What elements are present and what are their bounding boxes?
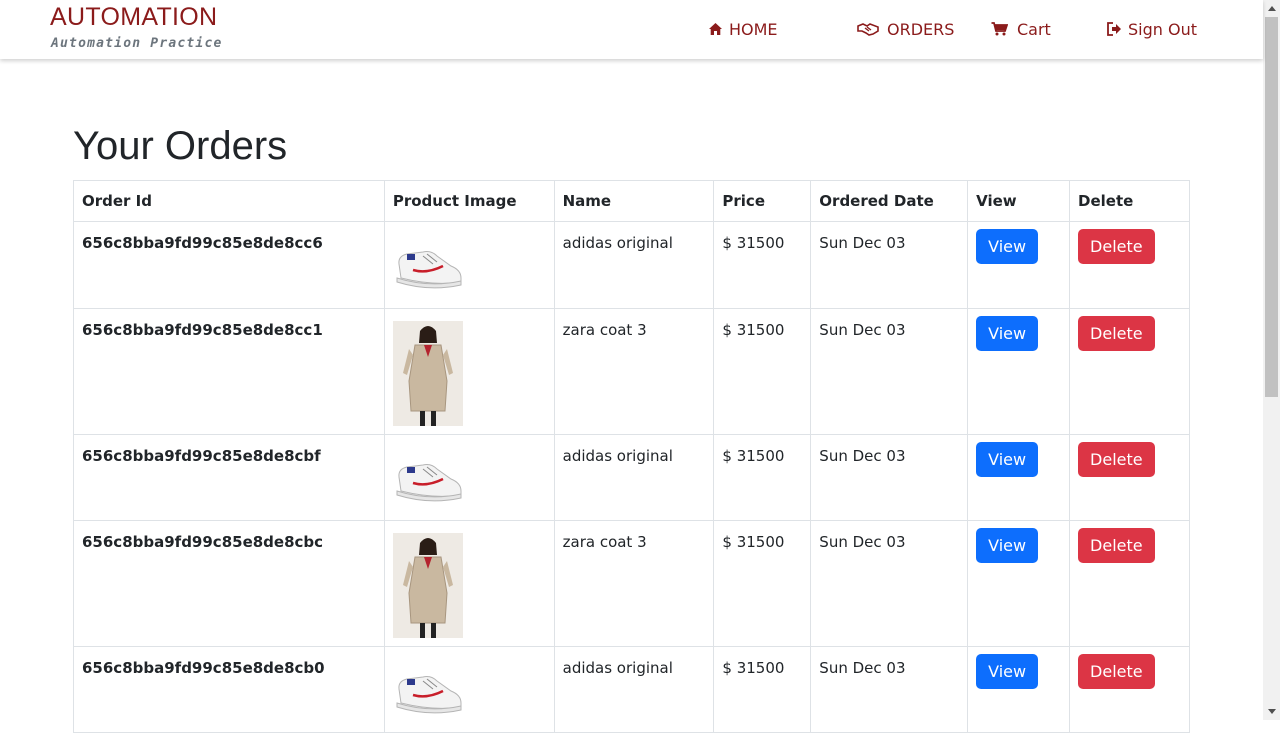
price-cell: $ 31500 (713, 520, 812, 647)
header-ordered-date: Ordered Date (810, 180, 969, 222)
view-button[interactable]: View (976, 442, 1039, 477)
handshake-icon (857, 22, 879, 36)
view-cell: View (967, 221, 1071, 309)
delete-cell: Delete (1069, 308, 1190, 435)
nav-cart-link[interactable]: Cart (991, 18, 1051, 40)
ordered-date-cell: Sun Dec 03 (810, 308, 969, 435)
header-name: Name (553, 180, 715, 222)
ordered-date-cell: Sun Dec 03 (810, 221, 969, 309)
order-id-cell: 656c8bba9fd99c85e8de8cc6 (73, 221, 385, 309)
brand-subtitle: Automation Practice (51, 36, 223, 51)
home-icon (708, 22, 723, 36)
product-image-cell (383, 520, 555, 647)
delete-button[interactable]: Delete (1078, 654, 1155, 689)
product-image-cell (383, 308, 555, 435)
table-row: 656c8bba9fd99c85e8de8cc1 zara coat 3 $ 3… (73, 308, 1190, 435)
nav-home-label: HOME (729, 19, 778, 39)
scrollbar-thumb[interactable] (1265, 17, 1278, 397)
page-title: Your Orders (73, 124, 288, 168)
top-navbar: AUTOMATION Automation Practice HOME ORDE… (0, 0, 1263, 59)
table-row: 656c8bba9fd99c85e8de8cbf adidas original… (73, 434, 1190, 521)
coat-product-image (392, 533, 463, 638)
nav-signout-link[interactable]: Sign Out (1107, 18, 1197, 40)
table-row: 656c8bba9fd99c85e8de8cbc zara coat 3 $ 3… (73, 520, 1190, 647)
product-name-cell: zara coat 3 (553, 520, 715, 647)
cart-icon (991, 22, 1008, 36)
nav-orders-label: ORDERS (887, 19, 955, 39)
delete-button[interactable]: Delete (1078, 229, 1155, 264)
nav-cart-label: Cart (1017, 19, 1051, 39)
product-name-cell: zara coat 3 (553, 308, 715, 435)
product-image-cell (383, 434, 555, 521)
price-cell: $ 31500 (713, 221, 812, 309)
header-delete: Delete (1069, 180, 1190, 222)
nav-signout-label: Sign Out (1128, 19, 1197, 39)
order-id-cell: 656c8bba9fd99c85e8de8cbf (73, 434, 385, 521)
product-name-cell: adidas original (553, 434, 715, 521)
view-button[interactable]: View (976, 654, 1039, 689)
price-cell: $ 31500 (713, 308, 812, 435)
price-cell: $ 31500 (713, 434, 812, 521)
view-button[interactable]: View (976, 316, 1039, 351)
delete-button[interactable]: Delete (1078, 442, 1155, 477)
view-cell: View (967, 308, 1071, 435)
view-cell: View (967, 434, 1071, 521)
delete-cell: Delete (1069, 221, 1190, 309)
sign-out-icon (1107, 22, 1122, 36)
orders-table: Order Id Product Image Name Price Ordere… (73, 180, 1190, 733)
scroll-up-arrow-icon[interactable] (1263, 0, 1280, 17)
coat-product-image (392, 321, 463, 426)
shoe-product-image (396, 676, 462, 714)
order-id-cell: 656c8bba9fd99c85e8de8cbc (73, 520, 385, 647)
table-header-row: Order Id Product Image Name Price Ordere… (73, 180, 1190, 222)
shoe-product-image (396, 464, 462, 502)
scroll-down-arrow-icon[interactable] (1263, 703, 1280, 720)
view-cell: View (967, 520, 1071, 647)
page-scrollbar[interactable] (1263, 0, 1280, 720)
product-image-cell (383, 221, 555, 309)
header-product-image: Product Image (383, 180, 555, 222)
header-view: View (967, 180, 1071, 222)
nav-orders-link[interactable]: ORDERS (857, 18, 954, 40)
ordered-date-cell: Sun Dec 03 (810, 520, 969, 647)
delete-button[interactable]: Delete (1078, 528, 1155, 563)
table-row: 656c8bba9fd99c85e8de8cc6 adidas original… (73, 221, 1190, 309)
nav-home-link[interactable]: HOME (708, 18, 778, 40)
delete-cell: Delete (1069, 434, 1190, 521)
delete-button[interactable]: Delete (1078, 316, 1155, 351)
view-button[interactable]: View (976, 229, 1039, 264)
ordered-date-cell: Sun Dec 03 (810, 434, 969, 521)
delete-cell: Delete (1069, 520, 1190, 647)
order-id-cell: 656c8bba9fd99c85e8de8cc1 (73, 308, 385, 435)
brand-title[interactable]: AUTOMATION (50, 3, 217, 32)
view-button[interactable]: View (976, 528, 1039, 563)
product-name-cell: adidas original (553, 221, 715, 309)
header-order-id: Order Id (73, 180, 385, 222)
shoe-product-image (396, 251, 462, 289)
header-price: Price (713, 180, 812, 222)
